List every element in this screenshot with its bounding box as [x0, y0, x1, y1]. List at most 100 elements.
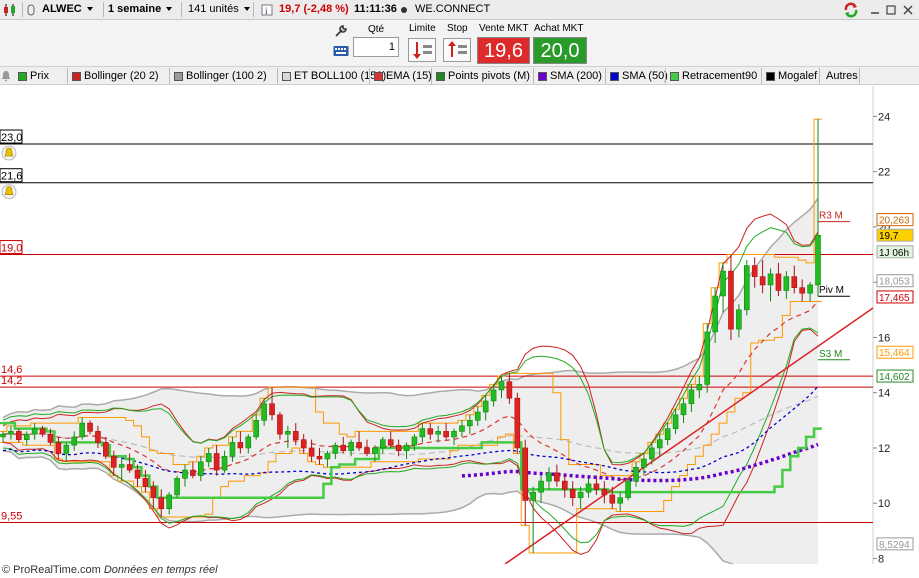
y-tick-label: 16: [878, 332, 890, 344]
legend-item-5[interactable]: Points pivots (M): [434, 69, 530, 83]
legend-label: Prix: [30, 70, 49, 82]
candle: [174, 475, 180, 498]
price-chart[interactable]: R3 MPiv MS3 M2422201816141210820,26319,7…: [0, 86, 919, 578]
period-select[interactable]: 1 semaine: [108, 0, 173, 19]
pivot-label: S3 M: [819, 349, 842, 360]
legend-label: EMA (15): [386, 70, 432, 82]
legend-item-3[interactable]: ET BOLL100 (150): [280, 69, 386, 83]
realtime-note: Données en temps réel: [103, 564, 218, 576]
legend-item-10[interactable]: Autres: [822, 69, 858, 83]
level-label: 9,55: [1, 511, 22, 523]
wrench-icon[interactable]: [333, 23, 349, 39]
candle: [743, 260, 750, 316]
symbol-select[interactable]: ALWEC: [42, 0, 93, 19]
level-label: 23,0: [1, 132, 22, 144]
legend-swatch: [72, 72, 81, 81]
y-tick-label: 22: [878, 167, 890, 179]
top-toolbar: ALWEC 1 semaine 141 unités i 19,7 (-2,48…: [0, 0, 919, 20]
legend-swatch: [766, 72, 775, 81]
price-tag: 15,464: [879, 348, 910, 359]
legend-item-4[interactable]: EMA (15): [372, 69, 432, 83]
alert-bell-icon[interactable]: [1, 184, 17, 200]
legend-swatch: [610, 72, 619, 81]
price-tag: 1J 06h: [879, 248, 909, 259]
legend-item-1[interactable]: Bollinger (20 2): [70, 69, 159, 83]
quote-time: 11:11:36: [354, 3, 397, 15]
buy-label: Achat MKT: [534, 23, 584, 34]
price-tag: 19,7: [879, 231, 899, 242]
limit-order-button[interactable]: [408, 38, 436, 62]
legend-item-7[interactable]: SMA (50): [608, 69, 668, 83]
quote-change: 19,7 (-2,48 %): [279, 3, 349, 15]
legend-swatch: [282, 72, 291, 81]
period-label: 1 semaine: [108, 3, 162, 15]
price-tag: 14,602: [879, 372, 910, 383]
candle: [704, 323, 711, 393]
legend-item-6[interactable]: SMA (200): [536, 69, 602, 83]
y-tick-label: 8: [878, 553, 884, 564]
legend-item-8[interactable]: Retracement90: [668, 69, 757, 83]
minimize-icon[interactable]: [870, 0, 880, 19]
level-label: 14,2: [1, 375, 22, 387]
y-tick-label: 14: [878, 388, 890, 400]
legend-label: Retracement90: [682, 70, 758, 82]
keyboard-icon[interactable]: [333, 44, 349, 58]
qty-input[interactable]: 1: [353, 37, 399, 57]
limit-label: Limite: [409, 23, 436, 34]
y-tick-label: 10: [878, 498, 890, 510]
legend-swatch: [670, 72, 679, 81]
brand-text: © ProRealTime.com: [2, 564, 101, 576]
legend-item-9[interactable]: Mogalef: [764, 69, 817, 83]
level-label: 21,6: [1, 171, 22, 183]
legend-swatch: [436, 72, 445, 81]
price-tag: 20,263: [879, 216, 910, 227]
link-icon[interactable]: [26, 0, 36, 19]
candle: [625, 478, 631, 501]
legend-label: Points pivots (M): [448, 70, 530, 82]
refresh-icon[interactable]: [842, 0, 860, 19]
stop-order-button[interactable]: [443, 38, 471, 62]
stop-label: Stop: [447, 23, 468, 34]
legend-label: SMA (200): [550, 70, 602, 82]
legend-swatch: [18, 72, 27, 81]
legend-swatch: [538, 72, 547, 81]
symbol-label: ALWEC: [42, 3, 82, 15]
pivot-label: R3 M: [819, 211, 843, 222]
legend-swatch: [374, 72, 383, 81]
bell-icon[interactable]: [0, 69, 14, 83]
legend-label: Autres: [826, 70, 858, 82]
candle: [514, 392, 521, 454]
sell-market-button[interactable]: 19,6: [477, 37, 530, 64]
alert-bell-icon[interactable]: [1, 145, 17, 161]
legend-item-0[interactable]: Prix: [16, 69, 49, 83]
legend-item-2[interactable]: Bollinger (100 2): [172, 69, 267, 83]
trading-window: ALWEC 1 semaine 141 unités i 19,7 (-2,48…: [0, 0, 919, 578]
qty-label: Qté: [368, 24, 385, 35]
candle: [522, 439, 529, 526]
order-panel: Qté 1 Limite Stop Vente MKT Achat MKT 19…: [0, 20, 919, 66]
chart-canvas[interactable]: R3 MPiv MS3 M2422201816141210820,26319,7…: [0, 86, 919, 578]
legend-label: SMA (50): [622, 70, 668, 82]
units-select[interactable]: 141 unités: [188, 0, 250, 19]
indicator-legend: Prix Bollinger (20 2) Bollinger (100 2) ET …: [0, 66, 919, 85]
footer: © ProRealTime.com Données en temps réel: [0, 564, 919, 578]
close-icon[interactable]: [903, 0, 913, 19]
units-label: 141 unités: [188, 3, 239, 15]
legend-label: Mogalef: [778, 70, 818, 82]
price-tag: 18,053: [879, 277, 910, 288]
sell-label: Vente MKT: [479, 23, 529, 34]
info-icon[interactable]: i: [261, 0, 273, 19]
y-tick-label: 12: [878, 443, 890, 455]
legend-label: Bollinger (20 2): [84, 70, 159, 82]
candle-chart-icon[interactable]: [2, 0, 18, 19]
price-tag: 8,5294: [879, 540, 910, 551]
legend-label: Bollinger (100 2): [186, 70, 267, 82]
candle: [728, 254, 734, 341]
buy-market-button[interactable]: 20,0: [533, 37, 587, 64]
price-tag: 17,465: [879, 293, 910, 304]
legend-swatch: [174, 72, 183, 81]
maximize-icon[interactable]: [886, 0, 896, 19]
y-tick-label: 24: [878, 111, 890, 123]
level-label: 19,0: [1, 243, 22, 255]
instrument-name: WE.CONNECT: [415, 3, 491, 15]
